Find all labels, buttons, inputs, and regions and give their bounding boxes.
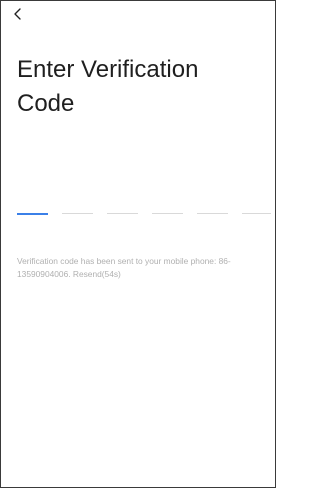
code-digit-slot-3[interactable] (107, 213, 138, 214)
page-title: Enter Verification Code (17, 56, 199, 117)
verification-message: Verification code has been sent to your … (17, 256, 231, 279)
verification-info-text: Verification code has been sent to your … (17, 255, 267, 281)
resend-link[interactable]: Resend(54s) (73, 269, 121, 279)
code-digit-slot-4[interactable] (152, 213, 183, 214)
code-digit-slot-5[interactable] (197, 213, 228, 214)
verification-code-input[interactable] (17, 213, 271, 216)
back-button[interactable] (9, 5, 27, 23)
chevron-left-icon (14, 8, 21, 20)
code-digit-slot-1[interactable] (17, 213, 48, 215)
code-digit-slot-6[interactable] (242, 213, 271, 214)
phone-screen: Enter Verification Code Verification cod… (0, 0, 276, 488)
code-digit-slot-2[interactable] (62, 213, 93, 214)
